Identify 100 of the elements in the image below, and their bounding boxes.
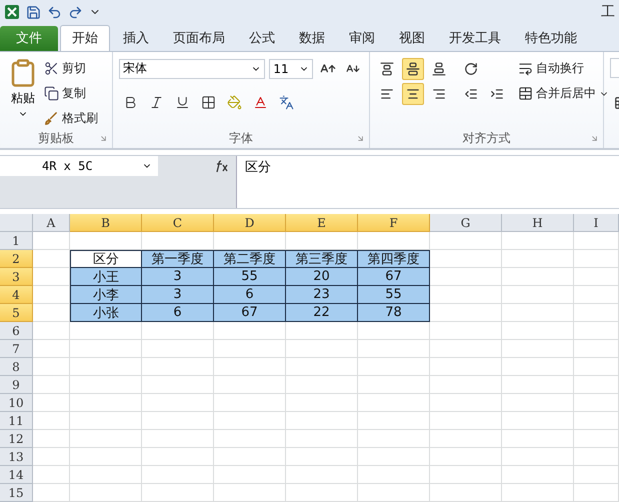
sheet-cell[interactable] xyxy=(214,340,286,358)
sheet-cell[interactable] xyxy=(142,430,214,448)
ribbon-tab[interactable]: 特色功能 xyxy=(514,26,588,51)
sheet-cell[interactable] xyxy=(358,340,430,358)
sheet-cell[interactable] xyxy=(33,232,70,250)
sheet-cell[interactable] xyxy=(502,466,574,484)
sheet-cell[interactable] xyxy=(574,484,619,502)
sheet-cell[interactable] xyxy=(574,430,619,448)
sheet-cell[interactable] xyxy=(286,358,358,376)
sheet-cell[interactable] xyxy=(430,484,502,502)
sheet-cell[interactable] xyxy=(430,430,502,448)
row-header[interactable]: 2 xyxy=(0,250,33,268)
sheet-cell[interactable] xyxy=(358,358,430,376)
sheet-cell[interactable] xyxy=(214,376,286,394)
font-name-field[interactable]: 宋体 xyxy=(119,58,266,79)
table-cell[interactable]: 23 xyxy=(286,286,358,304)
table-cell[interactable]: 78 xyxy=(358,304,430,322)
sheet-cell[interactable] xyxy=(70,448,142,466)
sheet-cell[interactable] xyxy=(430,304,502,322)
sheet-cell[interactable] xyxy=(214,448,286,466)
table-cell[interactable]: 67 xyxy=(358,268,430,286)
sheet-cell[interactable] xyxy=(142,484,214,502)
formula-input-field[interactable]: 区分 xyxy=(236,156,619,208)
sheet-cell[interactable] xyxy=(574,358,619,376)
row-header[interactable]: 5 xyxy=(0,304,33,322)
sheet-cell[interactable] xyxy=(33,466,70,484)
sheet-cell[interactable] xyxy=(502,412,574,430)
sheet-cell[interactable] xyxy=(33,394,70,412)
table-cell[interactable]: 6 xyxy=(214,286,286,304)
sheet-cell[interactable] xyxy=(70,466,142,484)
sheet-cell[interactable] xyxy=(142,340,214,358)
sheet-cell[interactable] xyxy=(142,322,214,340)
sheet-cell[interactable] xyxy=(430,232,502,250)
table-cell[interactable]: 小王 xyxy=(70,268,142,286)
sheet-cell[interactable] xyxy=(33,412,70,430)
dialog-launcher-icon[interactable] xyxy=(356,134,365,143)
sheet-cell[interactable] xyxy=(430,286,502,304)
sheet-cell[interactable] xyxy=(286,376,358,394)
sheet-cell[interactable] xyxy=(70,394,142,412)
sheet-cell[interactable] xyxy=(33,358,70,376)
sheet-cell[interactable] xyxy=(286,412,358,430)
sheet-cell[interactable] xyxy=(574,340,619,358)
table-cell[interactable]: 3 xyxy=(142,286,214,304)
wrap-text-button[interactable]: 自动换行 xyxy=(518,58,609,80)
sheet-cell[interactable] xyxy=(358,322,430,340)
sheet-cell[interactable] xyxy=(33,448,70,466)
name-box[interactable]: 4R x 5C xyxy=(0,156,158,176)
sheet-cell[interactable] xyxy=(358,430,430,448)
table-cell[interactable]: 6 xyxy=(142,304,214,322)
sheet-cell[interactable] xyxy=(502,304,574,322)
ribbon-tab[interactable]: 数据 xyxy=(288,26,336,51)
sheet-cell[interactable] xyxy=(502,484,574,502)
row-header[interactable]: 6 xyxy=(0,322,33,340)
sheet-cell[interactable] xyxy=(502,340,574,358)
column-header[interactable]: C xyxy=(142,214,214,232)
sheet-cell[interactable] xyxy=(358,376,430,394)
column-header[interactable]: A xyxy=(33,214,70,232)
sheet-cell[interactable] xyxy=(214,484,286,502)
format-painter-button[interactable]: 格式刷 xyxy=(44,108,98,130)
column-header[interactable]: G xyxy=(430,214,502,232)
sheet-cell[interactable] xyxy=(502,232,574,250)
redo-icon[interactable] xyxy=(68,4,83,20)
table-cell[interactable]: 67 xyxy=(214,304,286,322)
sheet-cell[interactable] xyxy=(286,448,358,466)
row-header[interactable]: 11 xyxy=(0,412,33,430)
sheet-cell[interactable] xyxy=(574,304,619,322)
sheet-cell[interactable] xyxy=(214,430,286,448)
sheet-cell[interactable] xyxy=(430,268,502,286)
ribbon-tab[interactable]: 开始 xyxy=(60,24,110,51)
sheet-cell[interactable] xyxy=(70,484,142,502)
table-header-cell[interactable]: 第四季度 xyxy=(358,250,430,268)
vertical-align-button[interactable] xyxy=(402,58,424,80)
column-header[interactable]: F xyxy=(358,214,430,232)
row-header[interactable]: 15 xyxy=(0,484,33,502)
sheet-cell[interactable] xyxy=(142,466,214,484)
table-cell[interactable]: 小李 xyxy=(70,286,142,304)
sheet-cell[interactable] xyxy=(574,286,619,304)
table-header-cell[interactable]: 区分 xyxy=(70,250,142,268)
sheet-cell[interactable] xyxy=(142,376,214,394)
function-icon[interactable] xyxy=(214,158,230,173)
row-header[interactable]: 3 xyxy=(0,268,33,286)
sheet-cell[interactable] xyxy=(574,232,619,250)
sheet-cell[interactable] xyxy=(502,250,574,268)
sheet-cell[interactable] xyxy=(358,412,430,430)
column-header[interactable]: B xyxy=(70,214,142,232)
sheet-cell[interactable] xyxy=(358,484,430,502)
column-header[interactable]: H xyxy=(502,214,574,232)
row-header[interactable]: 12 xyxy=(0,430,33,448)
table-cell[interactable]: 55 xyxy=(358,286,430,304)
font-size-field[interactable]: 11 xyxy=(269,58,314,79)
sheet-cell[interactable] xyxy=(502,394,574,412)
table-cell[interactable]: 22 xyxy=(286,304,358,322)
row-header[interactable]: 14 xyxy=(0,466,33,484)
sheet-cell[interactable] xyxy=(430,394,502,412)
save-icon[interactable] xyxy=(26,4,41,20)
sheet-cell[interactable] xyxy=(70,358,142,376)
sheet-cell[interactable] xyxy=(358,448,430,466)
sheet-cell[interactable] xyxy=(70,340,142,358)
copy-button[interactable]: 复制 xyxy=(44,82,98,105)
sheet-cell[interactable] xyxy=(358,394,430,412)
